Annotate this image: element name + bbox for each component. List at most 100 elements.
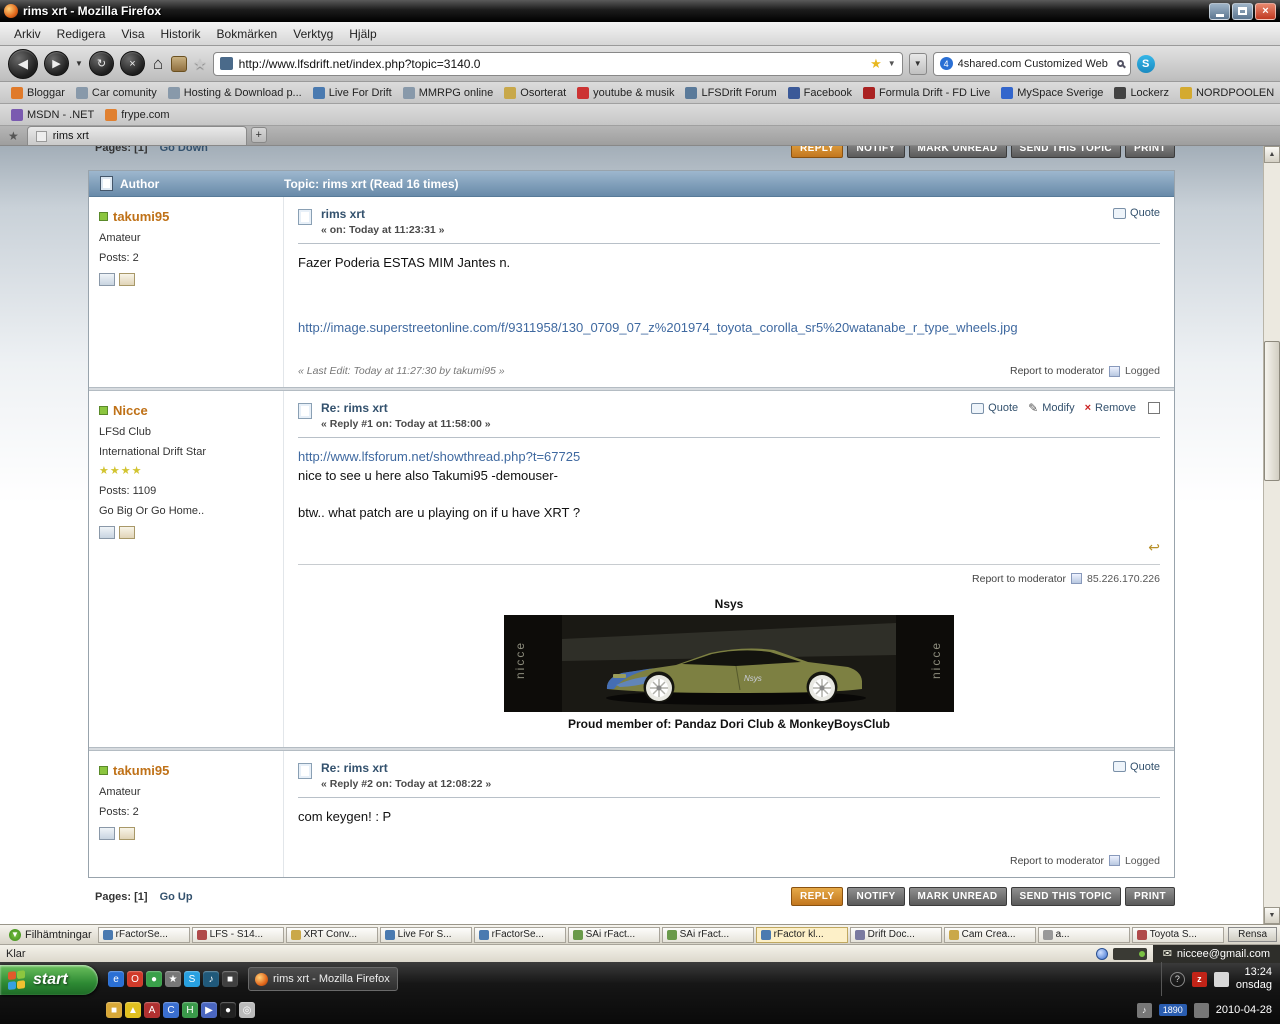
volume-tray-icon[interactable]: ♪ xyxy=(1136,1002,1152,1018)
go-down-link[interactable]: Go Down xyxy=(160,146,208,154)
quick-launch-icon[interactable]: ★ xyxy=(165,971,181,987)
bookmark-item[interactable]: Hosting & Download p... xyxy=(163,85,307,101)
quick-launch-icon[interactable]: S xyxy=(184,971,200,987)
reply-arrow-icon[interactable]: ↩ xyxy=(1148,539,1160,556)
bookmark-item[interactable]: Lockerz xyxy=(1109,85,1174,101)
addon-widget[interactable] xyxy=(1112,947,1147,960)
quick-launch-icon[interactable]: e xyxy=(108,971,124,987)
help-tray-icon[interactable]: ? xyxy=(1169,971,1185,987)
forum-action-button[interactable]: MARK UNREAD xyxy=(908,146,1007,158)
post-subject-link[interactable]: rims xrt xyxy=(321,207,1104,221)
post-image-link[interactable]: http://image.superstreetonline.com/f/931… xyxy=(298,319,1018,338)
menu-item[interactable]: Arkiv xyxy=(6,24,49,44)
download-item[interactable]: XRT Conv... xyxy=(285,926,378,943)
bookmark-item[interactable]: LFSDrift Forum xyxy=(680,85,781,101)
urlbar-go-button[interactable]: ▼ xyxy=(908,52,927,75)
network-tray-icon[interactable] xyxy=(1193,1002,1209,1018)
forum-action-button[interactable]: SEND THIS TOPIC xyxy=(1010,146,1121,158)
addon-toolbar-icon[interactable] xyxy=(171,55,188,72)
skype-icon[interactable]: S xyxy=(1136,54,1155,73)
reload-button[interactable]: ↻ xyxy=(88,51,114,76)
bookmarked-star-icon[interactable]: ★ xyxy=(870,56,882,72)
antivirus-tray-icon[interactable]: z xyxy=(1191,971,1207,987)
report-to-moderator-link[interactable]: Report to moderator xyxy=(1010,855,1104,867)
tray-icon[interactable] xyxy=(1213,971,1229,987)
go-up-link[interactable]: Go Up xyxy=(160,891,193,903)
quick-launch-icon[interactable]: ● xyxy=(146,971,162,987)
urlbar-dropdown-icon[interactable]: ▼ xyxy=(888,59,896,68)
bookmark-item[interactable]: youtube & musik xyxy=(572,85,679,101)
tab-rims-xrt[interactable]: rims xrt xyxy=(26,126,247,145)
username-link[interactable]: takumi95 xyxy=(113,763,169,778)
scrollbar-thumb[interactable] xyxy=(1264,341,1280,481)
url-bar[interactable]: http://www.lfsdrift.net/index.php?topic=… xyxy=(212,51,903,76)
search-bar[interactable]: 4 4shared.com Customized Web xyxy=(932,51,1131,76)
stop-button[interactable]: × xyxy=(119,51,145,76)
menu-item[interactable]: Hjälp xyxy=(341,24,384,44)
forum-action-button[interactable]: PRINT xyxy=(1125,146,1175,158)
network-meter-badge[interactable]: 1890 xyxy=(1158,1004,1187,1016)
maximize-button[interactable] xyxy=(1232,2,1253,20)
download-item[interactable]: Drift Doc... xyxy=(849,926,942,943)
report-to-moderator-link[interactable]: Report to moderator xyxy=(1010,365,1104,377)
forward-button[interactable]: ▶ xyxy=(44,51,69,76)
new-tab-button[interactable]: + xyxy=(250,127,267,143)
forum-action-button[interactable]: NOTIFY xyxy=(847,887,905,907)
bookmark-item[interactable]: Car comunity xyxy=(71,85,162,101)
quote-button[interactable]: Quote xyxy=(1113,207,1160,219)
minimize-button[interactable] xyxy=(1209,2,1230,20)
download-item[interactable]: rFactorSe... xyxy=(473,926,566,943)
home-button[interactable]: ⌂ xyxy=(151,54,165,74)
clock[interactable]: 13:24 onsdag xyxy=(1236,966,1272,992)
bookmark-item[interactable]: MSDN - .NET xyxy=(6,107,99,123)
menu-item[interactable]: Redigera xyxy=(49,24,114,44)
bookmark-item[interactable]: MMRPG online xyxy=(398,85,499,101)
search-input[interactable]: 4shared.com Customized Web xyxy=(958,58,1112,70)
menu-item[interactable]: Verktyg xyxy=(285,24,341,44)
forum-action-button[interactable]: NOTIFY xyxy=(847,146,905,158)
close-button[interactable]: × xyxy=(1255,2,1276,20)
search-engine-icon[interactable]: 4 xyxy=(939,57,953,70)
bookmark-item[interactable]: Facebook xyxy=(783,85,857,101)
mail-notifier[interactable]: ✉ niccee@gmail.com xyxy=(1152,944,1280,963)
download-item[interactable]: LFS - S14... xyxy=(191,926,284,943)
quote-button[interactable]: Quote xyxy=(971,402,1018,414)
download-item[interactable]: SAi rFact... xyxy=(567,926,660,943)
quick-launch-icon[interactable]: ■ xyxy=(222,971,238,987)
url-input[interactable]: http://www.lfsdrift.net/index.php?topic=… xyxy=(239,57,864,71)
bookmark-item[interactable]: MySpace Sverige xyxy=(996,85,1108,101)
quick-launch-icon[interactable]: ♪ xyxy=(203,971,219,987)
quick-launch-icon[interactable]: O xyxy=(127,971,143,987)
modify-button[interactable]: ✎ Modify xyxy=(1028,401,1074,415)
quick-launch-icon[interactable]: ◎ xyxy=(239,1002,255,1018)
post-subject-link[interactable]: Re: rims xrt xyxy=(321,761,1104,775)
post-subject-link[interactable]: Re: rims xrt xyxy=(321,401,962,415)
tab-list-star-icon[interactable]: ★ xyxy=(8,129,19,143)
bookmark-item[interactable]: Osorterat xyxy=(499,85,571,101)
menu-item[interactable]: Bokmärken xyxy=(209,24,286,44)
bookmark-star-icon[interactable]: ★ xyxy=(193,55,206,73)
personal-message-icon[interactable] xyxy=(119,526,135,539)
menu-item[interactable]: Visa xyxy=(113,24,152,44)
remove-button[interactable]: × Remove xyxy=(1085,402,1136,414)
history-dropdown-icon[interactable]: ▼ xyxy=(75,59,83,68)
menu-item[interactable]: Historik xyxy=(153,24,209,44)
search-icon[interactable] xyxy=(1116,60,1124,67)
quick-launch-icon[interactable]: C xyxy=(163,1002,179,1018)
start-button[interactable]: start xyxy=(0,965,98,995)
taskbar-window-button[interactable]: rims xrt - Mozilla Firefox xyxy=(248,967,398,991)
quick-launch-icon[interactable]: ■ xyxy=(106,1002,122,1018)
download-item[interactable]: Cam Crea... xyxy=(943,926,1036,943)
bookmark-item[interactable]: frype.com xyxy=(100,107,174,123)
forum-action-button[interactable]: REPLY xyxy=(791,146,844,158)
report-to-moderator-link[interactable]: Report to moderator xyxy=(972,573,1066,585)
personal-message-icon[interactable] xyxy=(119,273,135,286)
download-item[interactable]: a... xyxy=(1037,926,1130,943)
download-item[interactable]: Live For S... xyxy=(379,926,472,943)
quick-launch-icon[interactable]: ● xyxy=(220,1002,236,1018)
download-item[interactable]: rFactor kl... xyxy=(755,926,848,943)
bookmark-item[interactable]: Bloggar xyxy=(6,85,70,101)
scroll-down-icon[interactable]: ▼ xyxy=(1264,907,1280,924)
select-post-checkbox[interactable] xyxy=(1148,402,1160,414)
download-item[interactable]: Toyota S... xyxy=(1131,926,1224,943)
